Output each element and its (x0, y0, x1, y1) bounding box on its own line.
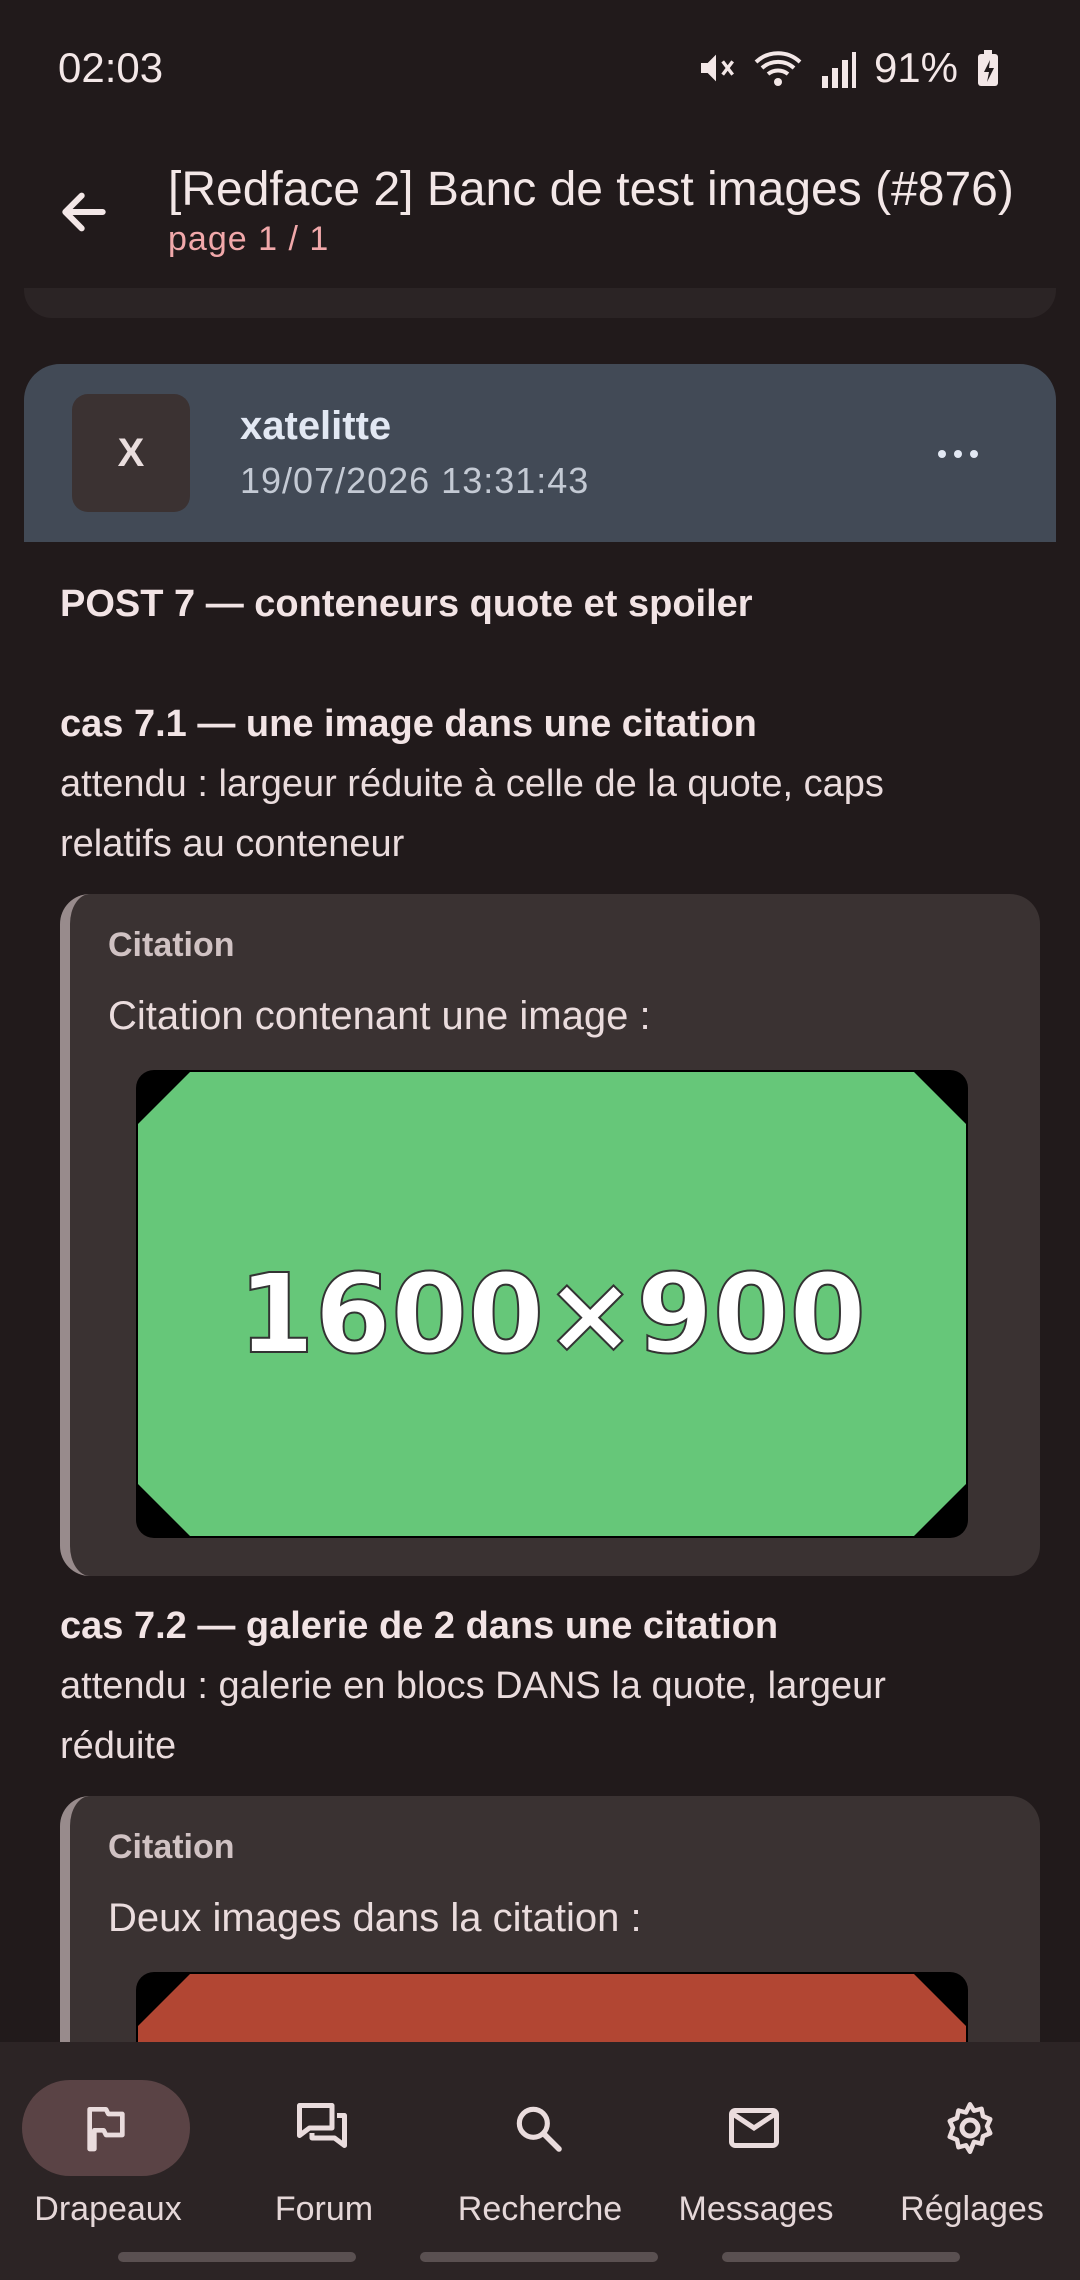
app-bar: [Redface 2] Banc de test images (#876) p… (0, 140, 1080, 300)
gesture-bar (722, 2252, 960, 2262)
quote-block: Citation Citation contenant une image : … (60, 894, 1040, 1576)
quote-label: Citation (108, 926, 235, 964)
case-description: attendu : largeur réduite à celle de la … (60, 763, 884, 805)
quoted-image[interactable]: 1600×900 (136, 1070, 968, 1538)
post-date: 19/07/2026 13:31:43 (240, 460, 590, 501)
avatar[interactable]: X (72, 394, 190, 512)
signal-icon (820, 48, 856, 88)
wifi-icon (754, 48, 802, 88)
post-author[interactable]: xatelitte (240, 404, 391, 449)
post-header: X xatelitte 19/07/2026 13:31:43 (24, 364, 1056, 542)
quote-text: Deux images dans la citation : (108, 1896, 642, 1940)
battery-level: 91% (873, 44, 958, 91)
case-title: cas 7.1 — une image dans une citation (60, 703, 757, 745)
back-button[interactable] (48, 176, 120, 248)
arrow-back-icon (62, 192, 106, 232)
nav-item-messages[interactable]: Messages (648, 2060, 864, 2230)
forum-icon (286, 2092, 358, 2164)
search-icon (502, 2092, 574, 2164)
quote-label: Citation (108, 1828, 235, 1866)
quote-block: Citation Deux images dans la citation : (60, 1796, 1040, 2084)
more-options-button[interactable] (928, 424, 988, 484)
post-card: X xatelitte 19/07/2026 13:31:43 POST 7 —… (24, 364, 1056, 2084)
status-bar: 02:03 91% (0, 0, 1080, 140)
previous-post-card (24, 288, 1056, 318)
nav-label: Drapeaux (34, 2190, 182, 2228)
mute-icon (696, 48, 736, 88)
flag-icon (70, 2092, 142, 2164)
nav-label: Forum (274, 2190, 374, 2228)
case-description: réduite (60, 1725, 177, 1767)
nav-label: Messages (678, 2190, 834, 2228)
nav-item-recherche[interactable]: Recherche (432, 2060, 648, 2230)
case-description: attendu : galerie en blocs DANS la quote… (60, 1665, 886, 1707)
page-indicator: page 1 / 1 (168, 220, 330, 258)
post-content: POST 7 — conteneurs quote et spoiler cas… (60, 574, 1040, 2084)
image-dimensions-label: 1600×900 (238, 1250, 866, 1378)
status-time: 02:03 (58, 44, 164, 91)
nav-item-reglages[interactable]: Réglages (864, 2060, 1080, 2230)
case-description: relatifs au conteneur (60, 823, 405, 865)
gear-icon (934, 2092, 1006, 2164)
case-title: cas 7.2 — galerie de 2 dans une citation (60, 1605, 779, 1647)
page-title: [Redface 2] Banc de test images (#876) (168, 163, 1014, 216)
nav-item-forum[interactable]: Forum (216, 2060, 432, 2230)
mail-icon (718, 2092, 790, 2164)
status-icons: 91% (696, 44, 1000, 92)
gesture-bar (420, 2252, 658, 2262)
bottom-navigation: Drapeaux Forum Recherche Messages Réglag… (0, 2042, 1080, 2280)
nav-label: Recherche (457, 2190, 623, 2228)
battery-charging-icon (976, 48, 1000, 88)
nav-label: Réglages (900, 2190, 1044, 2228)
more-horiz-icon (938, 450, 978, 458)
post-title: POST 7 — conteneurs quote et spoiler (60, 583, 753, 625)
nav-item-drapeaux[interactable]: Drapeaux (0, 2060, 216, 2230)
quote-text: Citation contenant une image : (108, 994, 651, 1038)
gesture-bar (118, 2252, 356, 2262)
